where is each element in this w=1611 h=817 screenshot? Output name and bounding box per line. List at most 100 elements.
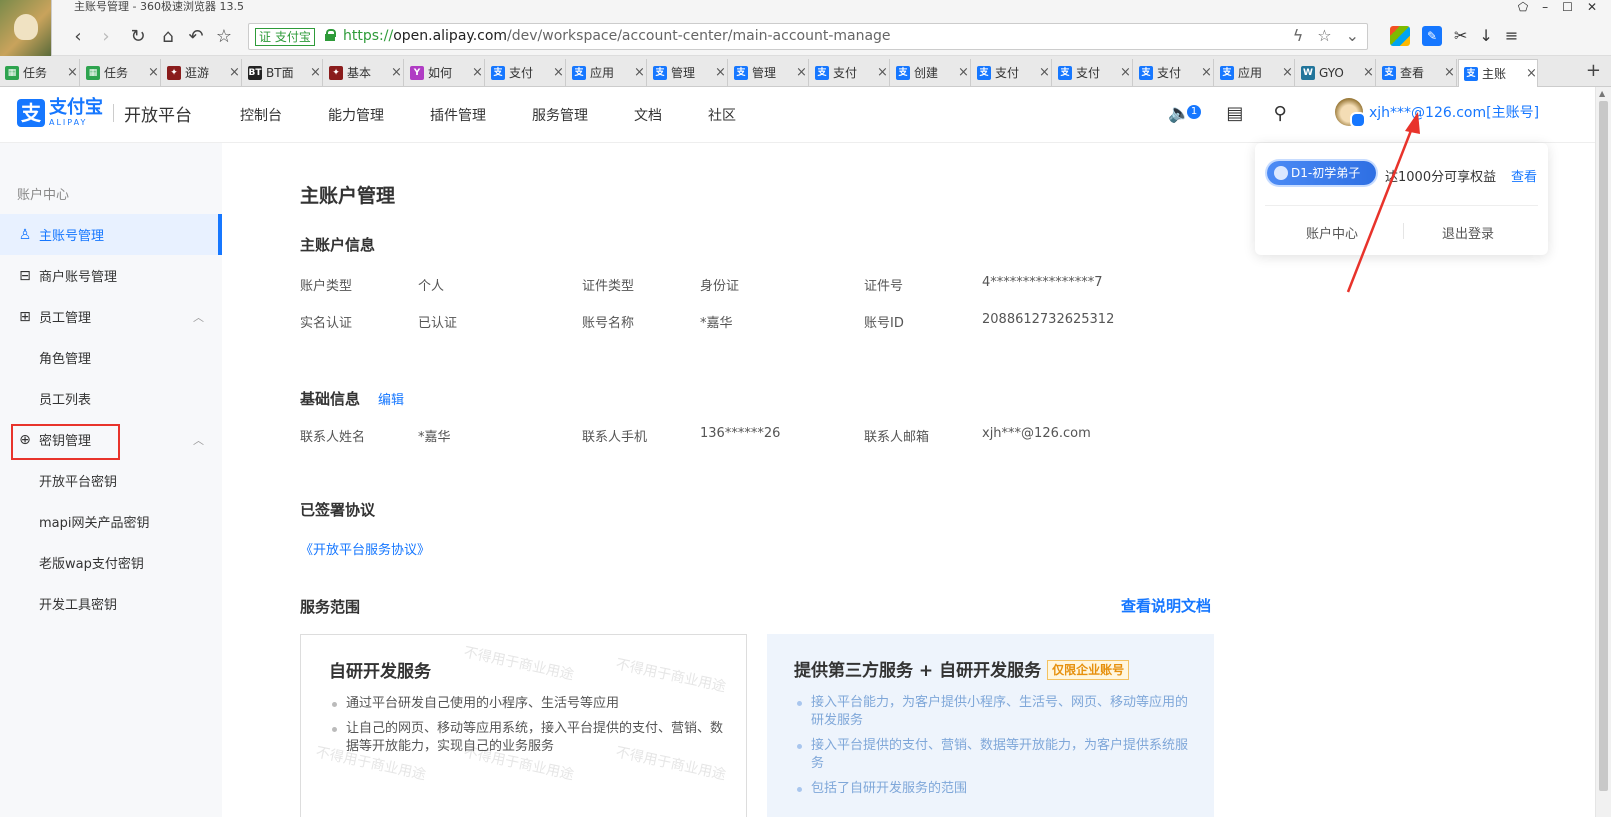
browser-tab[interactable]: 支支付 × <box>1053 59 1133 86</box>
browser-tab[interactable]: 支创建 × <box>891 59 971 86</box>
browser-tab[interactable]: ✦ 基本 × <box>324 59 404 86</box>
back-icon[interactable]: ‹ <box>68 27 88 47</box>
download-icon[interactable]: ↓ <box>1479 26 1492 46</box>
third-party-service-card[interactable]: 提供第三方服务 + 自研开发服务 仅限企业账号 接入平台能力，为客户提供小程序、生… <box>767 634 1214 817</box>
minimize-button[interactable]: – <box>1542 0 1548 14</box>
alipay-logo[interactable]: 支 支付宝 ALIPAY 开放平台 <box>17 99 192 127</box>
browser-tab[interactable]: Y 如何 × <box>405 59 485 86</box>
view-docs-link[interactable]: 查看说明文档 <box>1121 595 1211 616</box>
chevron-up-icon[interactable]: ︿ <box>193 309 204 325</box>
nav-console[interactable]: 控制台 <box>240 105 282 125</box>
browser-tab[interactable]: 支支付 × <box>810 59 890 86</box>
tab-close-icon[interactable]: × <box>472 65 483 80</box>
sidebar-item-open-platform-key[interactable]: 开放平台密钥 <box>0 460 222 501</box>
new-tab-icon[interactable]: + <box>1586 60 1601 81</box>
sidebar-item-devtool-key[interactable]: 开发工具密钥 <box>0 583 222 624</box>
maximize-button[interactable]: ☐ <box>1562 0 1573 14</box>
browser-tab[interactable]: 支应用 × <box>1215 59 1295 86</box>
browser-tab[interactable]: 支应用 × <box>567 59 647 86</box>
certificate-badge[interactable]: 证 支付宝 <box>255 28 315 46</box>
nav-service[interactable]: 服务管理 <box>532 105 588 125</box>
apps-icon[interactable] <box>1390 26 1410 46</box>
document-settings-icon[interactable]: ▤ <box>1226 103 1243 124</box>
platform-agreement-link[interactable]: 《开放平台服务协议》 <box>300 539 430 558</box>
browser-tab[interactable]: ▦ 任务 × <box>0 59 80 86</box>
logout-link[interactable]: 退出登录 <box>1442 223 1494 242</box>
browser-tab[interactable]: 支支付 × <box>486 59 566 86</box>
lightning-icon[interactable]: ϟ <box>1293 26 1304 45</box>
forward-icon[interactable]: › <box>96 27 116 47</box>
scrollbar-thumb[interactable] <box>1599 101 1608 791</box>
address-bar[interactable]: 证 支付宝 https://open.alipay.com/dev/worksp… <box>248 23 1368 50</box>
undo-icon[interactable]: ↶ <box>186 27 206 47</box>
tab-close-icon[interactable]: × <box>1201 65 1212 80</box>
extension-icon[interactable]: ✎ <box>1422 26 1442 46</box>
level-badge[interactable]: D1-初学弟子 <box>1267 161 1376 185</box>
user-account-name[interactable]: xjh***@126.com[主账号] <box>1369 102 1539 122</box>
home-icon[interactable]: ⌂ <box>158 27 178 47</box>
menu-icon[interactable]: ≡ <box>1505 26 1518 46</box>
browser-tab[interactable]: 支支付 × <box>1134 59 1214 86</box>
favorite-star-icon[interactable]: ☆ <box>214 27 234 47</box>
tab-close-icon[interactable]: × <box>1039 65 1050 80</box>
browser-tab[interactable]: 支支付 × <box>972 59 1052 86</box>
self-dev-service-card[interactable]: 不得用于商业用途 不得用于商业用途 不得用于商业用途 不得用于商业用途 不得用于… <box>300 634 747 817</box>
sidebar-item-staff-list[interactable]: 员工列表 <box>0 378 222 419</box>
chevron-up-icon[interactable]: ︿ <box>193 432 204 448</box>
search-icon[interactable]: ⚲ <box>1273 103 1286 124</box>
browser-tab[interactable]: 支管理 × <box>648 59 728 86</box>
edit-basic-info-link[interactable]: 编辑 <box>378 389 404 408</box>
tab-close-icon[interactable]: × <box>391 65 402 80</box>
nav-capability[interactable]: 能力管理 <box>328 105 384 125</box>
browser-tab[interactable]: 支主账 × <box>1458 59 1538 87</box>
scissors-icon[interactable]: ✂ <box>1454 26 1467 46</box>
account-center-link[interactable]: 账户中心 <box>1306 223 1358 242</box>
sidebar-item-mapi-key[interactable]: mapi网关产品密钥 <box>0 501 222 542</box>
skin-icon[interactable]: ⬠ <box>1518 0 1528 14</box>
sidebar-item-wap-key[interactable]: 老版wap支付密钥 <box>0 542 222 583</box>
sidebar-item-roles[interactable]: 角色管理 <box>0 337 222 378</box>
scroll-up-icon[interactable]: ▲ <box>1599 89 1605 98</box>
browser-tab[interactable]: ▦ 任务 × <box>81 59 161 86</box>
tab-close-icon[interactable]: × <box>1444 65 1455 80</box>
url-text[interactable]: https://open.alipay.com/dev/workspace/ac… <box>343 27 891 46</box>
tab-close-icon[interactable]: × <box>553 65 564 80</box>
tab-close-icon[interactable]: × <box>1526 66 1537 81</box>
tab-close-icon[interactable]: × <box>229 65 240 80</box>
user-avatar[interactable] <box>1335 98 1366 128</box>
tab-close-icon[interactable]: × <box>715 65 726 80</box>
sidebar-item-staff[interactable]: ⊞ 员工管理 ︿ <box>0 296 222 337</box>
speaker-icon[interactable]: 🔈 1 <box>1168 103 1201 124</box>
sidebar-item-merchant-account[interactable]: ⊟ 商户账号管理 <box>0 255 222 296</box>
nav-docs[interactable]: 文档 <box>634 105 662 125</box>
user-menu[interactable]: xjh***@126.com[主账号] <box>1335 98 1539 128</box>
sidebar-item-main-account[interactable]: ♙ 主账号管理 <box>0 214 222 255</box>
tab-close-icon[interactable]: × <box>1363 65 1374 80</box>
browser-tab[interactable]: ✦ 逛游 × <box>162 59 242 86</box>
nav-plugin[interactable]: 插件管理 <box>430 105 486 125</box>
tab-close-icon[interactable]: × <box>310 65 321 80</box>
contact-email-label: 联系人邮箱 <box>864 430 930 445</box>
tab-close-icon[interactable]: × <box>877 65 888 80</box>
close-window-button[interactable]: ✕ <box>1587 0 1597 14</box>
browser-tab[interactable]: 支查看 × <box>1377 59 1457 86</box>
reload-icon[interactable]: ↻ <box>128 27 148 47</box>
tab-close-icon[interactable]: × <box>796 65 807 80</box>
dropdown-chevron-icon[interactable]: ⌄ <box>1346 26 1359 45</box>
tab-label: 管理 <box>671 66 696 80</box>
tab-close-icon[interactable]: × <box>1282 65 1293 80</box>
page-scrollbar[interactable]: ▲ <box>1595 87 1611 817</box>
browser-tab[interactable]: W GYO × <box>1296 59 1376 86</box>
tab-close-icon[interactable]: × <box>67 65 78 80</box>
browser-tab[interactable]: 支管理 × <box>729 59 809 86</box>
tab-close-icon[interactable]: × <box>634 65 645 80</box>
tab-close-icon[interactable]: × <box>1120 65 1131 80</box>
view-perks-link[interactable]: 查看 <box>1511 166 1537 185</box>
tab-favicon-icon: 支 <box>1382 65 1396 80</box>
browser-tab[interactable]: BT BT面 × <box>243 59 323 86</box>
bookmark-star-icon[interactable]: ☆ <box>1317 26 1331 45</box>
tab-close-icon[interactable]: × <box>148 65 159 80</box>
browser-profile-avatar[interactable] <box>0 0 52 56</box>
tab-close-icon[interactable]: × <box>958 65 969 80</box>
nav-community[interactable]: 社区 <box>708 105 736 125</box>
